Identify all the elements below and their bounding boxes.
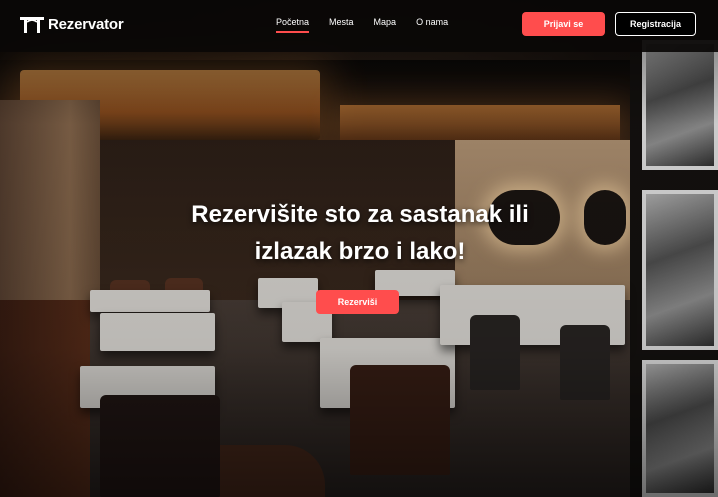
gate-icon bbox=[20, 17, 44, 33]
login-button[interactable]: Prijavi se bbox=[522, 12, 605, 36]
nav-link-o-nama[interactable]: O nama bbox=[416, 17, 448, 27]
nav-link-pocetna[interactable]: Početna bbox=[276, 17, 310, 33]
brand-logo[interactable]: Rezervator bbox=[19, 14, 124, 34]
reserve-button[interactable]: Rezerviši bbox=[316, 290, 399, 314]
nav-link-mapa[interactable]: Mapa bbox=[374, 17, 397, 27]
hero-title-line2: izlazak brzo i lako! bbox=[254, 238, 466, 265]
hero-title-line1: Rezervišite sto za sastanak ili bbox=[191, 201, 529, 228]
register-button[interactable]: Registracija bbox=[615, 12, 696, 36]
brand-name: Rezervator bbox=[48, 15, 124, 33]
hero-title: Rezervišite sto za sastanak ili izlazak … bbox=[160, 196, 560, 270]
nav-link-mesta[interactable]: Mesta bbox=[329, 17, 354, 27]
main-nav: Početna Mesta Mapa O nama bbox=[276, 17, 468, 33]
navbar: Rezervator Početna Mesta Mapa O nama Pri… bbox=[0, 0, 718, 52]
